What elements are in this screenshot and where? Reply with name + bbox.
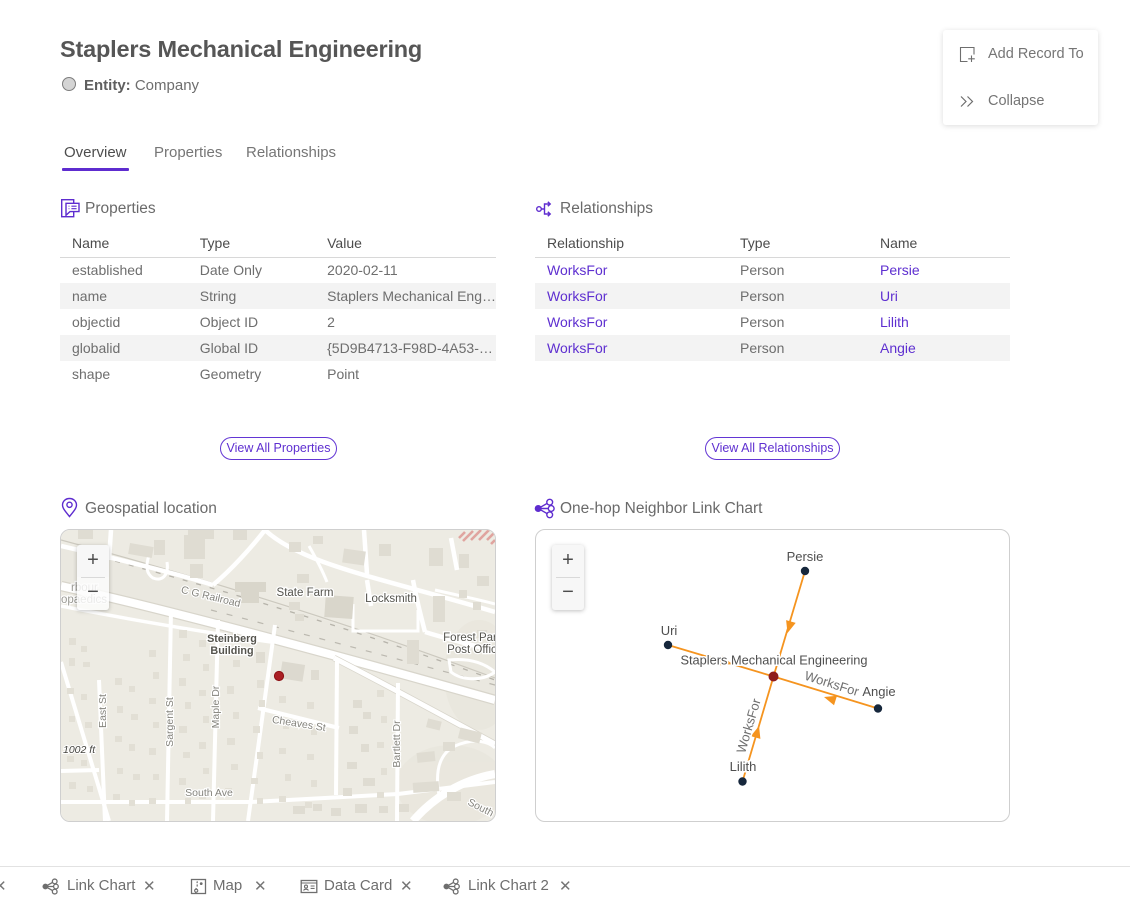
svg-text:South Ave: South Ave xyxy=(185,787,233,799)
svg-text:Uri: Uri xyxy=(661,623,678,638)
svg-text:Post Offic: Post Offic xyxy=(447,644,495,656)
svg-text:Staplers Mechanical Engineerin: Staplers Mechanical Engineering xyxy=(680,653,867,668)
svg-text:State Farm: State Farm xyxy=(277,587,334,599)
svg-text:Sargent St: Sargent St xyxy=(164,697,176,747)
svg-text:East St: East St xyxy=(97,694,109,728)
svg-text:Lilith: Lilith xyxy=(730,759,757,774)
svg-text:1002 ft: 1002 ft xyxy=(63,744,96,756)
svg-text:Locksmith: Locksmith xyxy=(365,593,417,605)
svg-text:Steinberg: Steinberg xyxy=(207,633,257,645)
svg-text:Angie: Angie xyxy=(862,684,895,699)
svg-text:Persie: Persie xyxy=(787,549,824,564)
svg-text:Forest Par: Forest Par xyxy=(443,632,495,644)
svg-text:Building: Building xyxy=(210,645,253,657)
svg-text:Bartlett Dr: Bartlett Dr xyxy=(391,720,403,768)
svg-text:Maple Dr: Maple Dr xyxy=(210,685,222,728)
